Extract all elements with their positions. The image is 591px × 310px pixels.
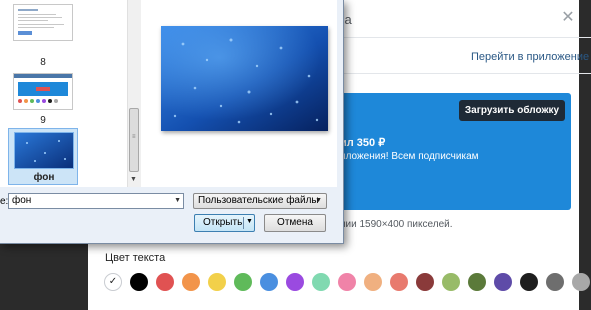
file-open-dialog: 8 9 фон ≡ ▼ е: фон ▼ Пользовательские фа… (0, 0, 344, 244)
file-thumbnail-item[interactable]: 8 (8, 0, 78, 70)
file-thumbnail-list: 8 9 фон (0, 0, 127, 187)
file-preview-pane (141, 0, 337, 187)
color-swatch[interactable] (468, 273, 486, 291)
blue-wallpaper-thumbnail-icon (14, 132, 74, 169)
color-swatch[interactable] (364, 273, 382, 291)
thumbnail-label: 9 (40, 115, 46, 126)
go-to-app-link[interactable]: Перейти в приложение (471, 51, 589, 63)
scroll-down-arrow-icon[interactable]: ▼ (130, 176, 137, 183)
color-swatch[interactable] (520, 273, 538, 291)
color-swatch[interactable] (286, 273, 304, 291)
color-swatch[interactable] (130, 273, 148, 291)
filetype-select[interactable]: Пользовательские файлы ▼ (193, 193, 327, 209)
thumbnail-label: фон (33, 172, 55, 183)
color-swatch[interactable] (442, 273, 460, 291)
wallpaper-preview-image (161, 26, 328, 131)
open-button[interactable]: Открыть ▼ (194, 214, 255, 232)
file-browser-area: 8 9 фон ≡ ▼ (0, 0, 337, 187)
color-swatch[interactable] (208, 273, 226, 291)
filetype-value: Пользовательские файлы (198, 195, 319, 206)
color-swatch[interactable] (312, 273, 330, 291)
thumbnail-scrollbar[interactable]: ≡ ▼ (127, 0, 141, 187)
banner-promo-line2: иложения! Всем подписчикам (340, 151, 479, 162)
filename-value: фон (12, 195, 32, 206)
file-thumbnail-item[interactable]: 9 (8, 72, 78, 127)
cover-size-hint: нии 1590×400 пикселей. (340, 219, 453, 230)
color-swatch[interactable] (494, 273, 512, 291)
scrollbar-thumb[interactable]: ≡ (129, 108, 139, 172)
color-swatch[interactable] (546, 273, 564, 291)
check-icon: ✓ (108, 276, 118, 287)
color-swatch[interactable] (416, 273, 434, 291)
upload-cover-button[interactable]: Загрузить обложку (459, 100, 565, 121)
color-swatch[interactable] (182, 273, 200, 291)
webpage-thumbnail-icon (13, 73, 73, 110)
thumbnail-label: 8 (40, 57, 46, 68)
scroll-grip-icon: ≡ (132, 134, 136, 140)
document-thumbnail-icon (13, 4, 73, 41)
color-swatch[interactable] (156, 273, 174, 291)
banner-promo-line1: ил 350 ₽ (340, 137, 386, 149)
background-overlay-right (579, 0, 591, 310)
filename-input[interactable]: фон ▼ (8, 193, 184, 209)
chevron-down-icon[interactable]: ▼ (174, 195, 181, 207)
color-swatch[interactable] (390, 273, 408, 291)
close-icon[interactable]: ✕ (560, 10, 576, 26)
file-thumbnail-item-selected[interactable]: фон (8, 128, 78, 185)
color-swatch-selected[interactable]: ✓ (104, 273, 122, 291)
color-swatch[interactable] (260, 273, 278, 291)
split-separator (243, 217, 244, 229)
color-swatch[interactable] (572, 273, 590, 291)
color-swatch[interactable] (338, 273, 356, 291)
cancel-button[interactable]: Отмена (264, 214, 326, 232)
text-color-label: Цвет текста (105, 252, 166, 264)
text-color-swatches: ✓ (104, 273, 591, 291)
color-swatch[interactable] (234, 273, 252, 291)
chevron-down-icon: ▼ (315, 197, 322, 204)
open-button-label: Открыть (203, 217, 243, 228)
open-options-arrow-icon[interactable]: ▼ (246, 218, 253, 225)
